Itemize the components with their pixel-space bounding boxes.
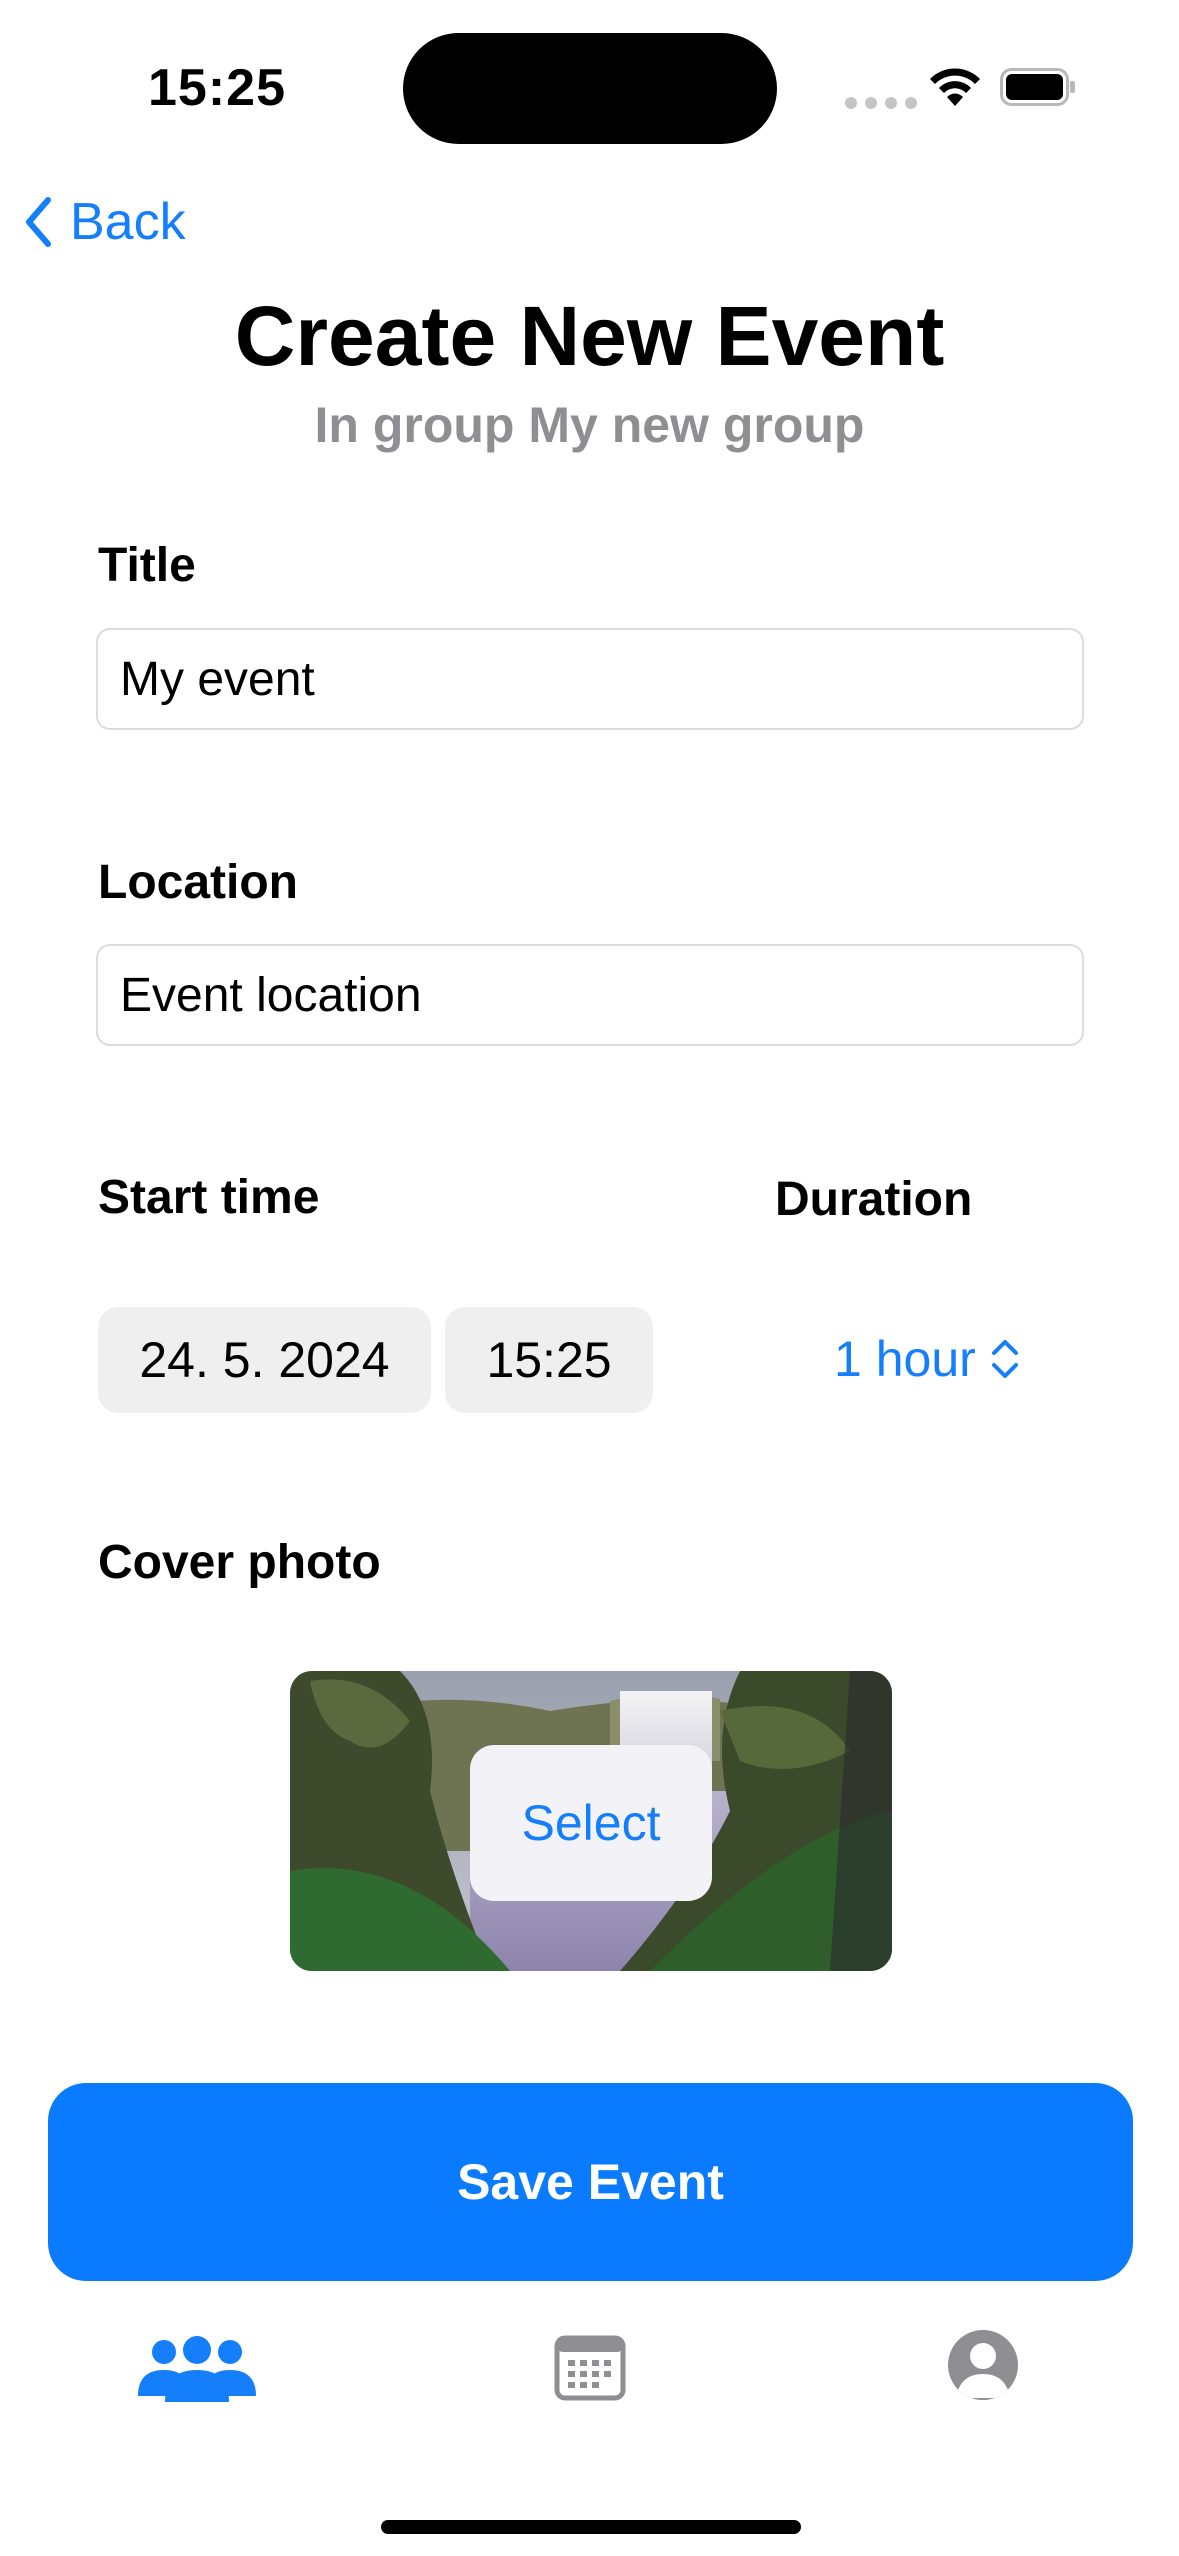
title-input[interactable] (96, 628, 1084, 730)
title-label: Title (98, 539, 196, 592)
page-subtitle: In group My new group (314, 397, 865, 453)
select-photo-button[interactable]: Select (470, 1745, 712, 1901)
start-date-picker[interactable]: 24. 5. 2024 (98, 1307, 431, 1413)
groups-icon (138, 2336, 256, 2402)
battery-icon (1000, 68, 1075, 106)
tab-profile[interactable] (946, 2328, 1020, 2407)
duration-label: Duration (775, 1173, 973, 1226)
home-indicator (381, 2520, 801, 2534)
tab-groups[interactable] (130, 2336, 264, 2409)
save-event-button[interactable]: Save Event (48, 2083, 1133, 2281)
duration-value: 1 hour (834, 1331, 976, 1387)
create-event-screen: 15:25 Back Create New Event In group My … (0, 0, 1179, 2556)
duration-picker[interactable]: 1 hour (834, 1330, 1020, 1388)
start-time-picker[interactable]: 15:25 (445, 1307, 653, 1413)
status-time: 15:25 (148, 59, 286, 117)
chevron-up-down-icon (991, 1340, 1018, 1378)
dynamic-island (403, 33, 777, 144)
back-label: Back (70, 193, 186, 251)
profile-icon (948, 2330, 1018, 2400)
page-title: Create New Event (234, 289, 945, 383)
location-label: Location (98, 856, 298, 909)
tab-calendar[interactable] (554, 2330, 626, 2407)
calendar-icon (554, 2335, 626, 2401)
wifi-icon (930, 68, 980, 106)
chevron-left-icon (26, 197, 51, 247)
back-button[interactable]: Back (24, 192, 186, 252)
start-time-label: Start time (98, 1171, 320, 1224)
location-input[interactable] (96, 944, 1084, 1046)
cover-photo-label: Cover photo (98, 1536, 381, 1589)
cellular-signal-icon (845, 97, 917, 109)
